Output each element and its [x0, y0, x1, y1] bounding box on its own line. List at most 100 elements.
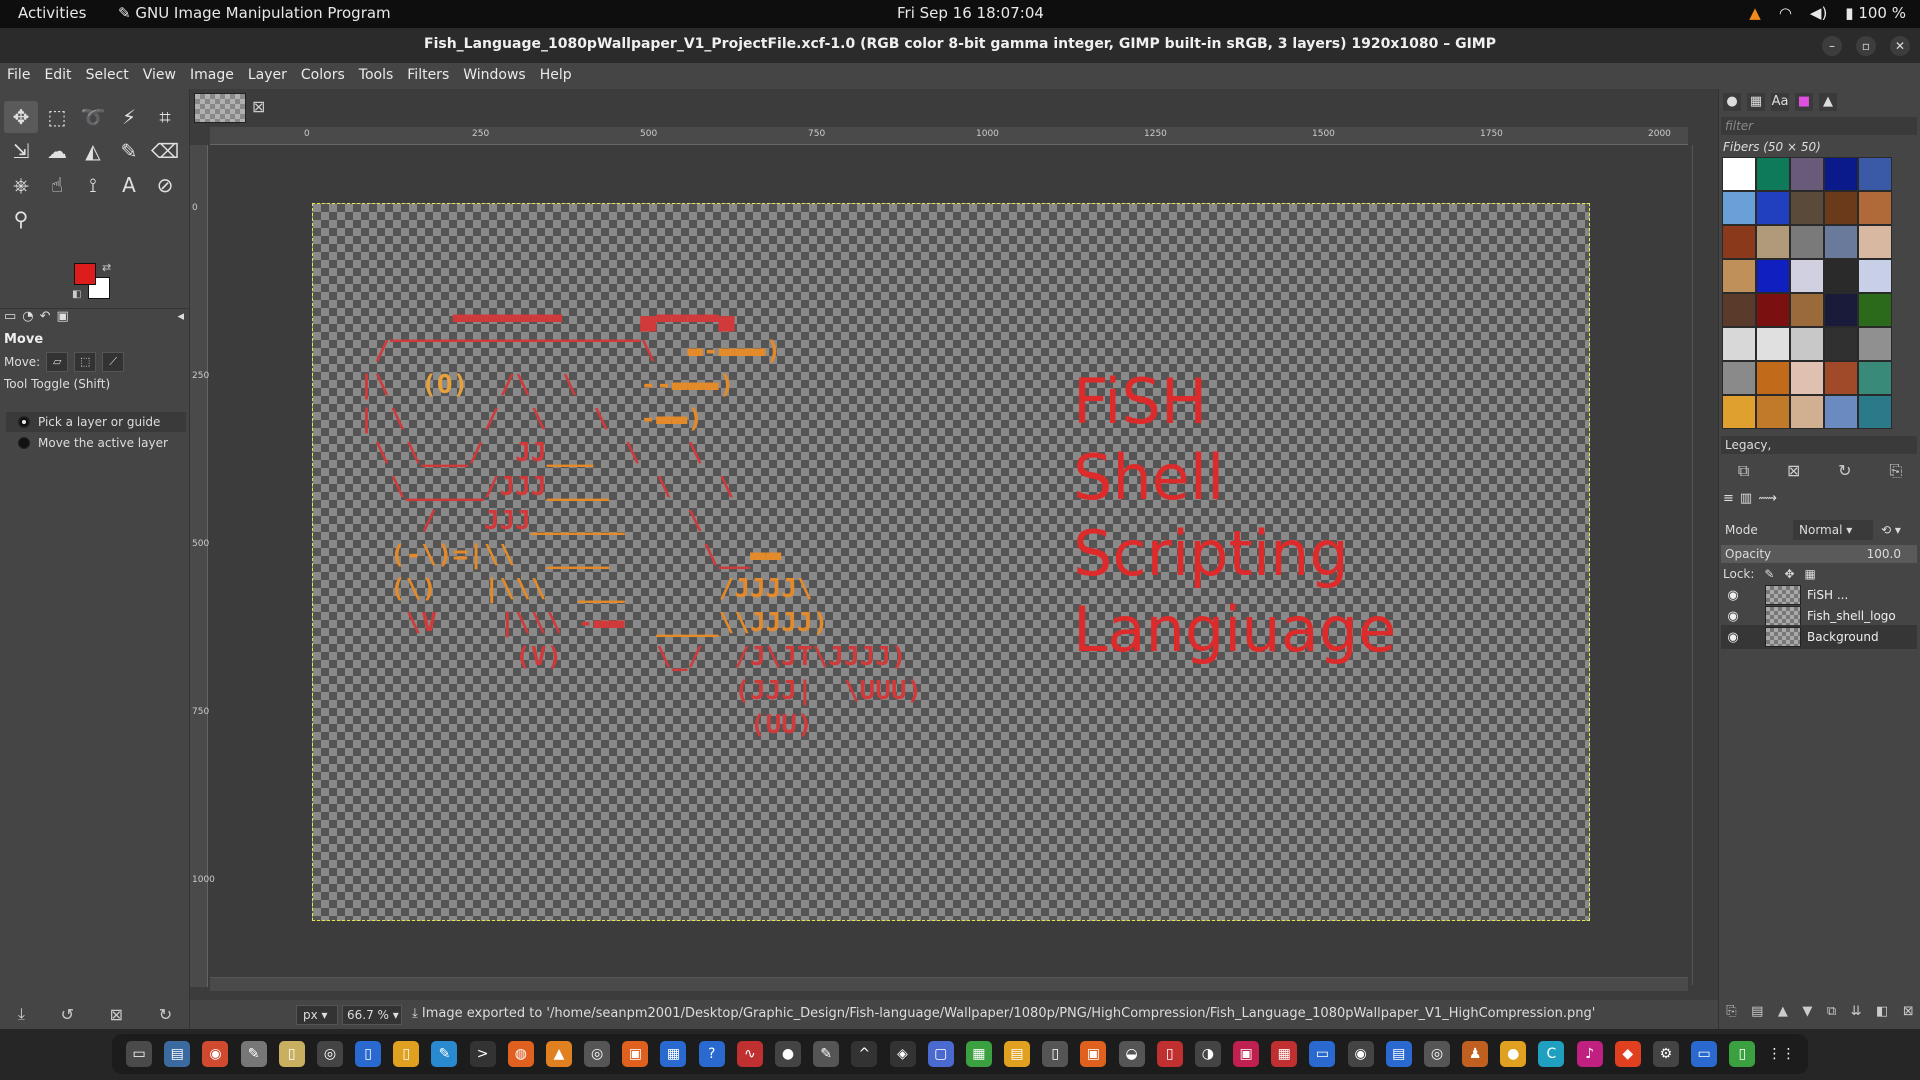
- software-icon[interactable]: ▣: [622, 1041, 649, 1067]
- menu-file[interactable]: File: [0, 63, 37, 89]
- save-options-icon[interactable]: ⤓: [18, 1004, 25, 1024]
- refresh-patterns-icon[interactable]: ↻: [1838, 461, 1851, 481]
- text-editor-icon[interactable]: ✎: [240, 1041, 267, 1067]
- word-icon[interactable]: ▤: [1385, 1041, 1412, 1067]
- chrome-icon[interactable]: ◉: [202, 1041, 229, 1067]
- window-title-bar[interactable]: Fish_Language_1080pWallpaper_V1_ProjectF…: [0, 28, 1920, 63]
- pattern-swatch[interactable]: [1858, 157, 1892, 191]
- pattern-swatch[interactable]: [1790, 225, 1824, 259]
- game-icon[interactable]: ♟: [1462, 1041, 1489, 1067]
- media-icon[interactable]: ▣: [1233, 1041, 1260, 1067]
- layer-row-selected[interactable]: ◉ Background: [1721, 625, 1917, 649]
- calc-icon[interactable]: ▦: [660, 1041, 687, 1067]
- pattern-swatch[interactable]: [1824, 361, 1858, 395]
- chat-icon[interactable]: ●: [1500, 1041, 1527, 1067]
- activities-button[interactable]: Activities: [18, 4, 86, 22]
- pattern-swatch[interactable]: [1824, 395, 1858, 429]
- move-selection-icon[interactable]: ⬚: [74, 352, 97, 372]
- eraser-tool-icon[interactable]: ⌫: [148, 135, 182, 167]
- menu-image[interactable]: Image: [183, 63, 241, 89]
- open-pattern-icon[interactable]: ⎘: [1889, 461, 1902, 481]
- menu-filters[interactable]: Filters: [400, 63, 456, 89]
- drive-icon[interactable]: ▭: [1691, 1041, 1718, 1067]
- paths-tab-icon[interactable]: ⟿: [1758, 491, 1777, 506]
- vm-icon[interactable]: ▢: [927, 1041, 954, 1067]
- calendar-icon[interactable]: ▦: [1271, 1041, 1298, 1067]
- sheets-icon[interactable]: ▦: [965, 1041, 992, 1067]
- pattern-swatch[interactable]: [1858, 191, 1892, 225]
- new-layer-group-icon[interactable]: ▤: [1751, 1004, 1763, 1019]
- folder-icon[interactable]: ▤: [1004, 1041, 1031, 1067]
- foreground-color-swatch[interactable]: [74, 263, 96, 285]
- display-icon[interactable]: ▭: [1309, 1041, 1336, 1067]
- vlc-tray-icon[interactable]: ▲: [1749, 4, 1761, 22]
- skype-icon[interactable]: C: [1538, 1041, 1565, 1067]
- reset-options-icon[interactable]: ↻: [159, 1005, 172, 1024]
- settings-icon[interactable]: ◎: [1423, 1041, 1450, 1067]
- visibility-eye-icon[interactable]: ◉: [1721, 609, 1745, 624]
- pattern-swatch[interactable]: [1722, 225, 1756, 259]
- zoom-selector[interactable]: 66.7 % ▾: [342, 1005, 402, 1025]
- help-icon[interactable]: ?: [698, 1041, 725, 1067]
- pattern-swatch[interactable]: [1858, 259, 1892, 293]
- pattern-swatch[interactable]: [1824, 157, 1858, 191]
- opacity-slider[interactable]: Opacity 100.0: [1721, 545, 1917, 563]
- cheese-icon[interactable]: ●: [775, 1041, 801, 1067]
- blender-icon[interactable]: ◈: [889, 1041, 916, 1067]
- raise-layer-icon[interactable]: ▲: [1778, 1004, 1788, 1019]
- vertical-scrollbar[interactable]: [1692, 145, 1706, 985]
- pattern-swatch[interactable]: [1824, 293, 1858, 327]
- delete-layer-icon[interactable]: ⊠: [1903, 1004, 1914, 1019]
- mask-layer-icon[interactable]: ◧: [1876, 1004, 1888, 1019]
- archive-icon[interactable]: ▣: [1080, 1041, 1107, 1067]
- vertical-ruler[interactable]: 0 250 500 750 1000: [190, 145, 215, 987]
- dynamics-tab-icon[interactable]: ▲: [1819, 93, 1837, 111]
- lock-alpha-icon[interactable]: ▦: [1805, 567, 1816, 581]
- pattern-swatch[interactable]: [1824, 191, 1858, 225]
- pattern-swatch[interactable]: [1790, 327, 1824, 361]
- trash-icon[interactable]: ▯: [1729, 1041, 1756, 1067]
- pattern-swatch[interactable]: [1756, 225, 1790, 259]
- delete-options-icon[interactable]: ⊠: [110, 1005, 123, 1024]
- firefox-icon[interactable]: ◍: [507, 1041, 534, 1067]
- menu-view[interactable]: View: [136, 63, 183, 89]
- device-status-tab-icon[interactable]: ◔: [22, 309, 33, 330]
- delete-pattern-icon[interactable]: ⊠: [1787, 461, 1800, 481]
- pick-layer-radio[interactable]: Pick a layer or guide: [6, 412, 186, 432]
- duplicate-pattern-icon[interactable]: ⧉: [1738, 461, 1749, 481]
- pattern-swatch[interactable]: [1790, 293, 1824, 327]
- move-active-layer-radio[interactable]: Move the active layer: [6, 433, 186, 453]
- wifi-icon[interactable]: ◠: [1779, 4, 1792, 22]
- pattern-swatch[interactable]: [1756, 395, 1790, 429]
- color-picker-tool-icon[interactable]: ⊘: [148, 169, 182, 201]
- layers-tab-icon[interactable]: ≡: [1723, 491, 1734, 506]
- visibility-eye-icon[interactable]: ◉: [1721, 630, 1745, 645]
- composite-mode-icon[interactable]: ⟲ ▾: [1881, 523, 1901, 537]
- gradients-tab-icon[interactable]: ■: [1795, 93, 1813, 111]
- pattern-swatch[interactable]: [1756, 157, 1790, 191]
- pattern-swatch[interactable]: [1824, 327, 1858, 361]
- configure-tab-icon[interactable]: ◂: [177, 309, 184, 330]
- pattern-swatch[interactable]: [1722, 191, 1756, 225]
- inkscape-icon[interactable]: ^: [851, 1041, 878, 1067]
- rect-select-tool-icon[interactable]: ⬚: [40, 101, 74, 133]
- pattern-swatch[interactable]: [1858, 361, 1892, 395]
- music-icon[interactable]: ♪: [1576, 1041, 1603, 1067]
- pattern-swatch[interactable]: [1824, 259, 1858, 293]
- horizontal-scrollbar[interactable]: [210, 977, 1688, 991]
- pattern-swatch[interactable]: [1790, 259, 1824, 293]
- pattern-swatch[interactable]: [1858, 395, 1892, 429]
- terminal-icon[interactable]: ▭: [126, 1041, 153, 1067]
- warp-tool-icon[interactable]: ☁: [40, 135, 74, 167]
- lower-layer-icon[interactable]: ▼: [1802, 1004, 1812, 1019]
- obs-icon[interactable]: ◎: [584, 1041, 611, 1067]
- app-menu[interactable]: ✎ GNU Image Manipulation Program: [118, 4, 391, 22]
- zoom-tool-icon[interactable]: ⚲: [4, 203, 38, 235]
- pattern-swatch[interactable]: [1790, 157, 1824, 191]
- menu-tools[interactable]: Tools: [352, 63, 401, 89]
- pattern-swatch[interactable]: [1858, 327, 1892, 361]
- pattern-swatch[interactable]: [1756, 327, 1790, 361]
- image-thumbnail-tab[interactable]: [194, 93, 246, 123]
- console-icon[interactable]: >: [469, 1041, 496, 1067]
- menu-windows[interactable]: Windows: [456, 63, 533, 89]
